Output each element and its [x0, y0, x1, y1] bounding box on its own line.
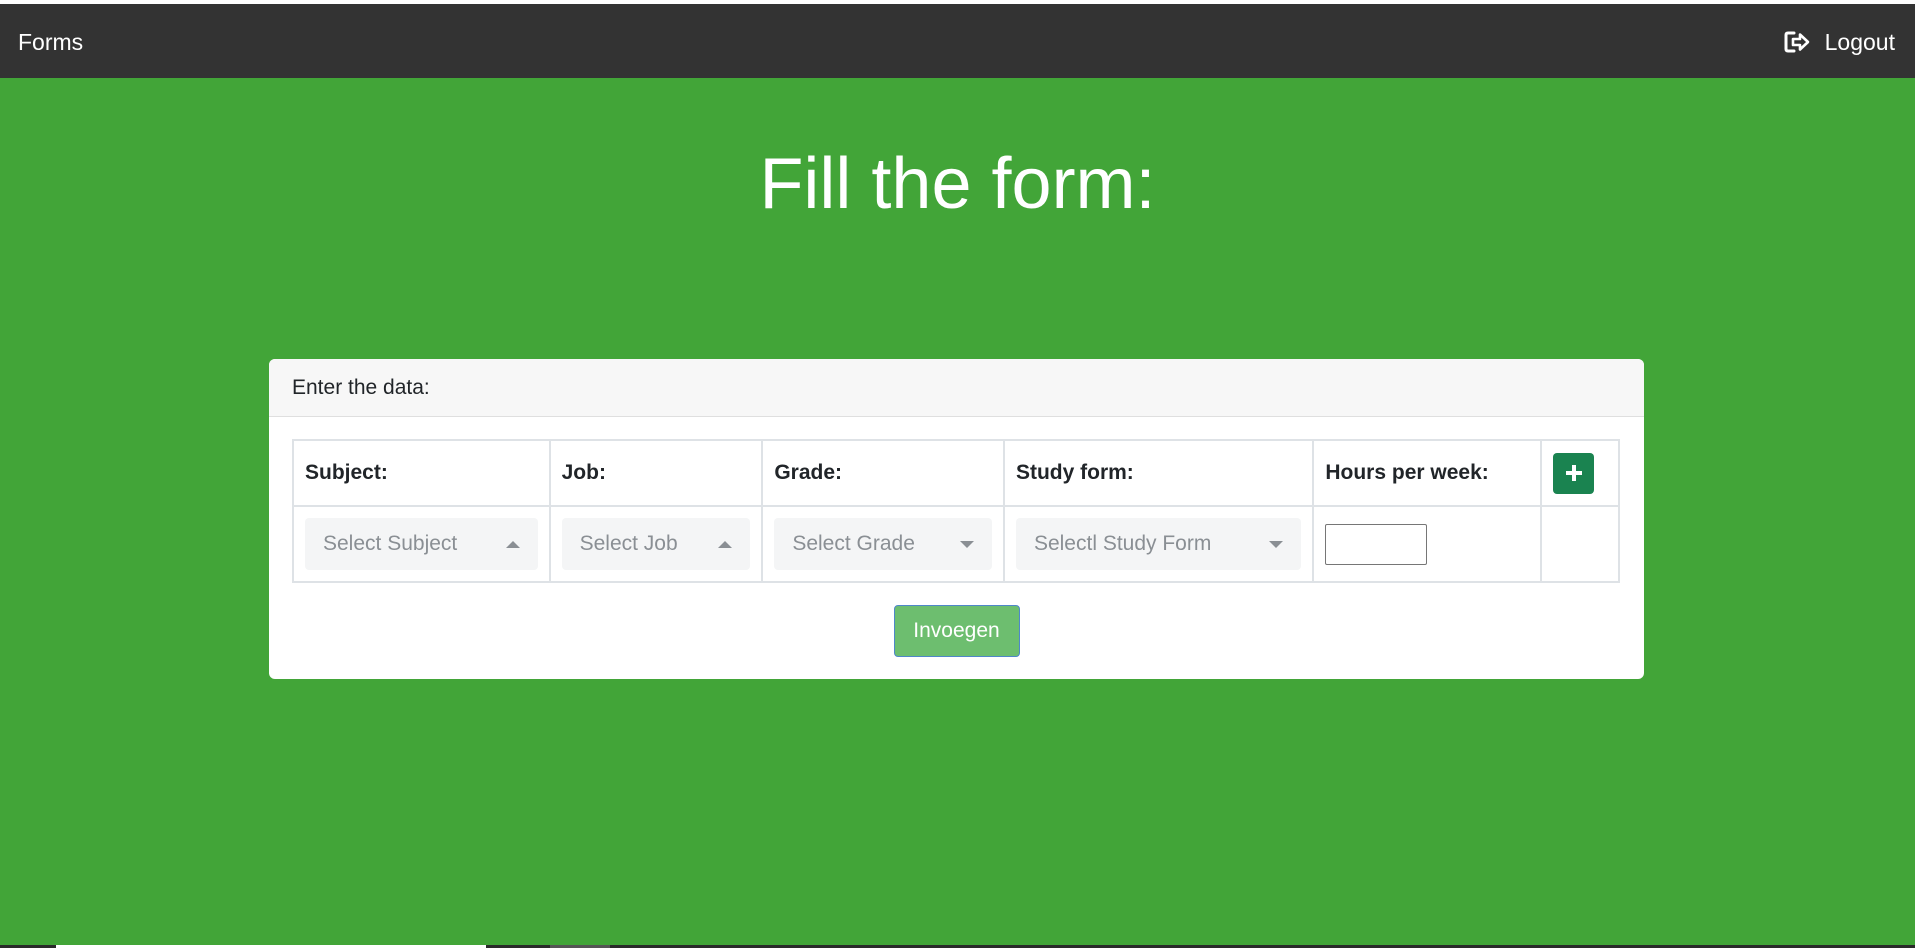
navbar-brand[interactable]: Forms: [18, 28, 83, 56]
study-form-select[interactable]: Selectl Study Form: [1015, 518, 1302, 570]
caret-up-icon: [505, 540, 520, 548]
navbar: Forms Logout: [0, 4, 1915, 78]
column-header-hours-per-week: Hours per week:: [1312, 439, 1542, 507]
column-header-grade: Grade:: [761, 439, 1005, 507]
study-form-select-placeholder: Selectl Study Form: [1033, 532, 1212, 555]
subject-select-placeholder: Select Subject: [323, 532, 458, 555]
logout-label: Logout: [1824, 29, 1895, 55]
column-header-job: Job:: [548, 439, 764, 507]
caret-down-icon: [959, 540, 974, 548]
cell-hours-per-week: [1312, 505, 1542, 583]
cell-empty: [1540, 505, 1620, 583]
table-row: Select Subject Select Job Select Grade S…: [292, 505, 1620, 583]
cell-study-form: Selectl Study Form: [1002, 505, 1315, 583]
column-header-add: [1540, 439, 1620, 507]
page-title: Fill the form:: [759, 144, 1156, 224]
subject-select[interactable]: Select Subject: [305, 518, 538, 570]
logout-link[interactable]: Logout: [1783, 28, 1895, 56]
submit-wrapper: Invoegen: [292, 605, 1621, 657]
add-row-button[interactable]: [1553, 452, 1594, 494]
data-entry-card: Enter the data: Subject: Job: Grade: Stu…: [269, 359, 1644, 679]
data-table: Subject: Job: Grade: Study form: Hours p…: [292, 439, 1620, 583]
cell-subject: Select Subject: [292, 505, 551, 583]
job-select-placeholder: Select Job: [579, 532, 678, 555]
table-header-row: Subject: Job: Grade: Study form: Hours p…: [292, 439, 1620, 507]
card-header: Enter the data:: [269, 359, 1644, 417]
plus-icon: [1565, 465, 1582, 481]
caret-down-icon: [1269, 540, 1284, 548]
hours-per-week-input[interactable]: [1325, 523, 1428, 565]
caret-up-icon: [718, 540, 733, 548]
card-body: Subject: Job: Grade: Study form: Hours p…: [269, 417, 1644, 657]
cell-grade: Select Grade: [761, 505, 1005, 583]
column-header-subject: Subject:: [292, 439, 551, 507]
submit-button[interactable]: Invoegen: [893, 605, 1020, 657]
grade-select[interactable]: Select Grade: [774, 518, 992, 570]
job-select[interactable]: Select Job: [561, 518, 751, 570]
cell-job: Select Job: [548, 505, 764, 583]
column-header-study-form: Study form:: [1002, 439, 1315, 507]
sign-out-icon: [1783, 28, 1811, 56]
grade-select-placeholder: Select Grade: [792, 532, 915, 555]
